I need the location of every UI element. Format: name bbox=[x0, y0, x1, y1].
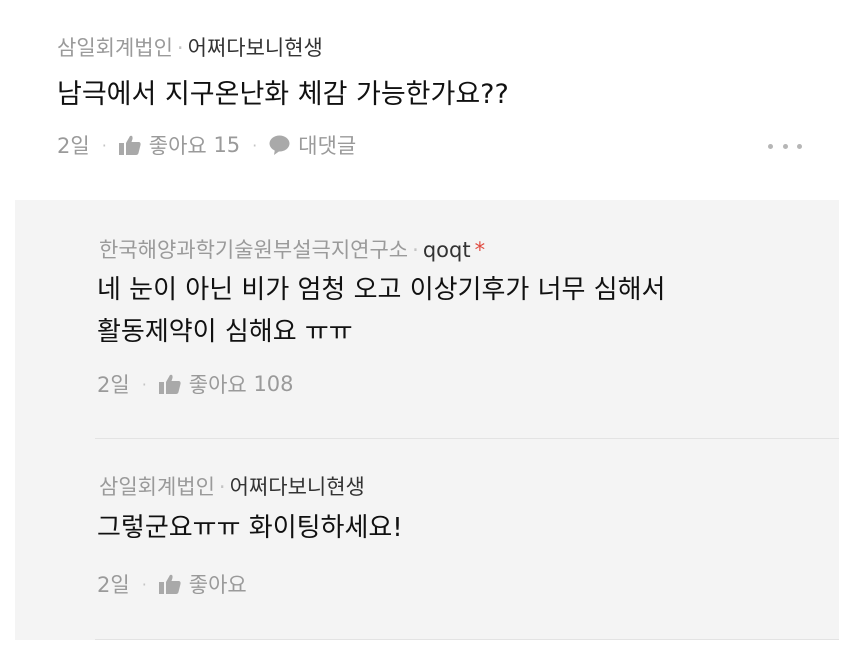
reply-time: 2일 bbox=[97, 573, 130, 597]
reply-list: 한국해양과학기술원부설극지연구소 · qoqt * 네 눈이 아닌 비가 엄청 오고 … bbox=[15, 200, 839, 640]
more-dots-icon[interactable] bbox=[768, 140, 802, 152]
reply-body: 네 눈이 아닌 비가 엄청 오고 이상기후가 너무 심해서 활동제약이 심해요 … bbox=[97, 269, 665, 353]
reply-actions: 2일 · 좋아요 108 bbox=[97, 369, 294, 399]
like-count: 15 bbox=[213, 133, 241, 157]
author-mark: * bbox=[474, 238, 486, 262]
like-label: 좋아요 bbox=[188, 573, 247, 597]
author-company[interactable]: 삼일회계법인 bbox=[57, 36, 173, 60]
reply-body-line: 활동제약이 심해요 ㅠㅠ bbox=[97, 317, 353, 347]
author-company[interactable]: 삼일회계법인 bbox=[99, 475, 215, 499]
author-nickname[interactable]: qoqt bbox=[423, 238, 471, 262]
action-separator: · bbox=[252, 135, 258, 155]
thumbs-up-icon bbox=[158, 374, 181, 394]
post-title: 남극에서 지구온난화 체감 가능한가요?? bbox=[57, 79, 509, 110]
reply-item: 한국해양과학기술원부설극지연구소 · qoqt * 네 눈이 아닌 비가 엄청 오고 … bbox=[95, 200, 839, 439]
reply-meta: 삼일회계법인 · 어쩌다보니현생 bbox=[99, 471, 365, 501]
reply-body-line: 그렇군요ㅠㅠ 화이팅하세요! bbox=[97, 513, 403, 543]
thumbs-up-icon bbox=[158, 574, 181, 594]
post-meta: 삼일회계법인 · 어쩌다보니현생 bbox=[57, 32, 323, 62]
reply-actions: 2일 · 좋아요 bbox=[97, 569, 247, 599]
reply-meta: 한국해양과학기술원부설극지연구소 · qoqt * bbox=[99, 234, 485, 264]
reply-item: 삼일회계법인 · 어쩌다보니현생 그렇군요ㅠㅠ 화이팅하세요! 2일 · 좋아요 bbox=[95, 439, 839, 640]
post-time: 2일 bbox=[57, 134, 90, 158]
meta-separator: · bbox=[218, 475, 226, 499]
like-count: 108 bbox=[253, 372, 294, 396]
like-button[interactable]: 좋아요 bbox=[158, 569, 247, 599]
meta-separator: · bbox=[176, 36, 184, 60]
author-company[interactable]: 한국해양과학기술원부설극지연구소 bbox=[99, 238, 408, 262]
action-separator: · bbox=[141, 574, 147, 594]
like-label: 좋아요 bbox=[148, 134, 207, 158]
author-nickname[interactable]: 어쩌다보니현생 bbox=[188, 36, 323, 60]
action-separator: · bbox=[141, 374, 147, 394]
author-nickname[interactable]: 어쩌다보니현생 bbox=[230, 475, 365, 499]
reply-button[interactable]: 대댓글 bbox=[269, 130, 356, 160]
action-separator: · bbox=[101, 135, 107, 155]
reply-body-line: 네 눈이 아닌 비가 엄청 오고 이상기후가 너무 심해서 bbox=[97, 275, 666, 305]
reply-label: 대댓글 bbox=[298, 134, 357, 158]
post: 삼일회계법인 · 어쩌다보니현생 남극에서 지구온난화 체감 가능한가요?? 2일 … bbox=[0, 0, 867, 200]
like-button[interactable]: 좋아요 15 bbox=[118, 130, 241, 160]
like-button[interactable]: 좋아요 108 bbox=[158, 369, 294, 399]
like-label: 좋아요 bbox=[188, 373, 247, 397]
reply-body: 그렇군요ㅠㅠ 화이팅하세요! bbox=[97, 507, 403, 549]
speech-bubble-icon bbox=[269, 135, 290, 155]
thumbs-up-icon bbox=[118, 135, 141, 155]
reply-time: 2일 bbox=[97, 373, 130, 397]
meta-separator: · bbox=[412, 238, 419, 262]
post-actions: 2일 · 좋아요 15 · 대댓글 bbox=[57, 130, 356, 160]
